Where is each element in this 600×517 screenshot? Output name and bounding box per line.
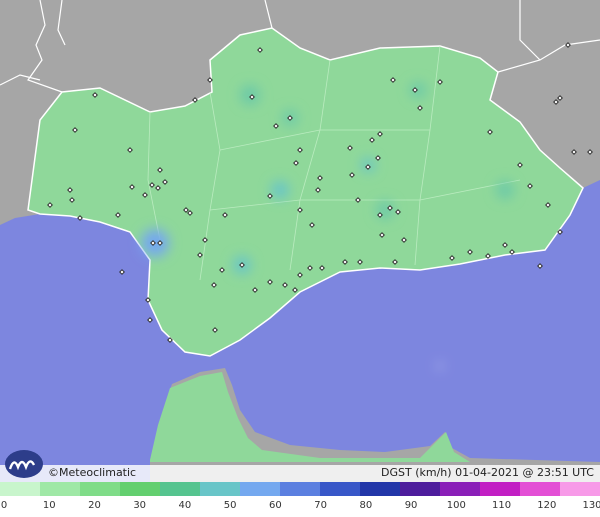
legend-color-swatch [520,482,561,496]
legend-color-swatch [0,482,41,496]
legend-tick-label: 100 [446,500,466,511]
legend-color-swatch [120,482,161,496]
legend-color-swatch [560,482,600,496]
legend-color-swatch [280,482,321,496]
legend-tick-label: 90 [404,500,418,511]
legend-tick-label: 130 [582,500,600,511]
map-caption: DGST (km/h) 01-04-2021 @ 23:51 UTC [381,466,594,479]
legend-color-swatch [40,482,81,496]
legend-tick-label: 40 [178,500,192,511]
color-legend: 0 10 20 30 40 50 60 70 80 90 100 110 120 130 [0,482,600,517]
legend-color-bar [0,482,600,496]
legend-tick-label: 80 [359,500,373,511]
legend-tick-label: 0 [0,500,8,511]
legend-color-swatch [360,482,401,496]
legend-color-swatch [400,482,441,496]
legend-color-swatch [240,482,281,496]
legend-tick-label: 50 [223,500,237,511]
legend-tick-label: 120 [537,500,557,511]
legend-color-swatch [200,482,241,496]
legend-tick-label: 110 [491,500,512,511]
legend-color-swatch [320,482,361,496]
meteoclimatic-logo [5,450,43,478]
legend-color-swatch [80,482,121,496]
legend-color-swatch [480,482,521,496]
wind-gust-map [0,0,600,482]
legend-color-swatch [160,482,201,496]
legend-tick-label: 20 [88,500,101,511]
legend-tick-label: 60 [269,500,282,511]
legend-tick-label: 30 [133,500,147,511]
legend-color-swatch [440,482,481,496]
legend-tick-label: 10 [42,500,56,511]
legend-tick-label: 70 [314,500,327,511]
credit-text: ©Meteoclimatic [48,466,137,479]
